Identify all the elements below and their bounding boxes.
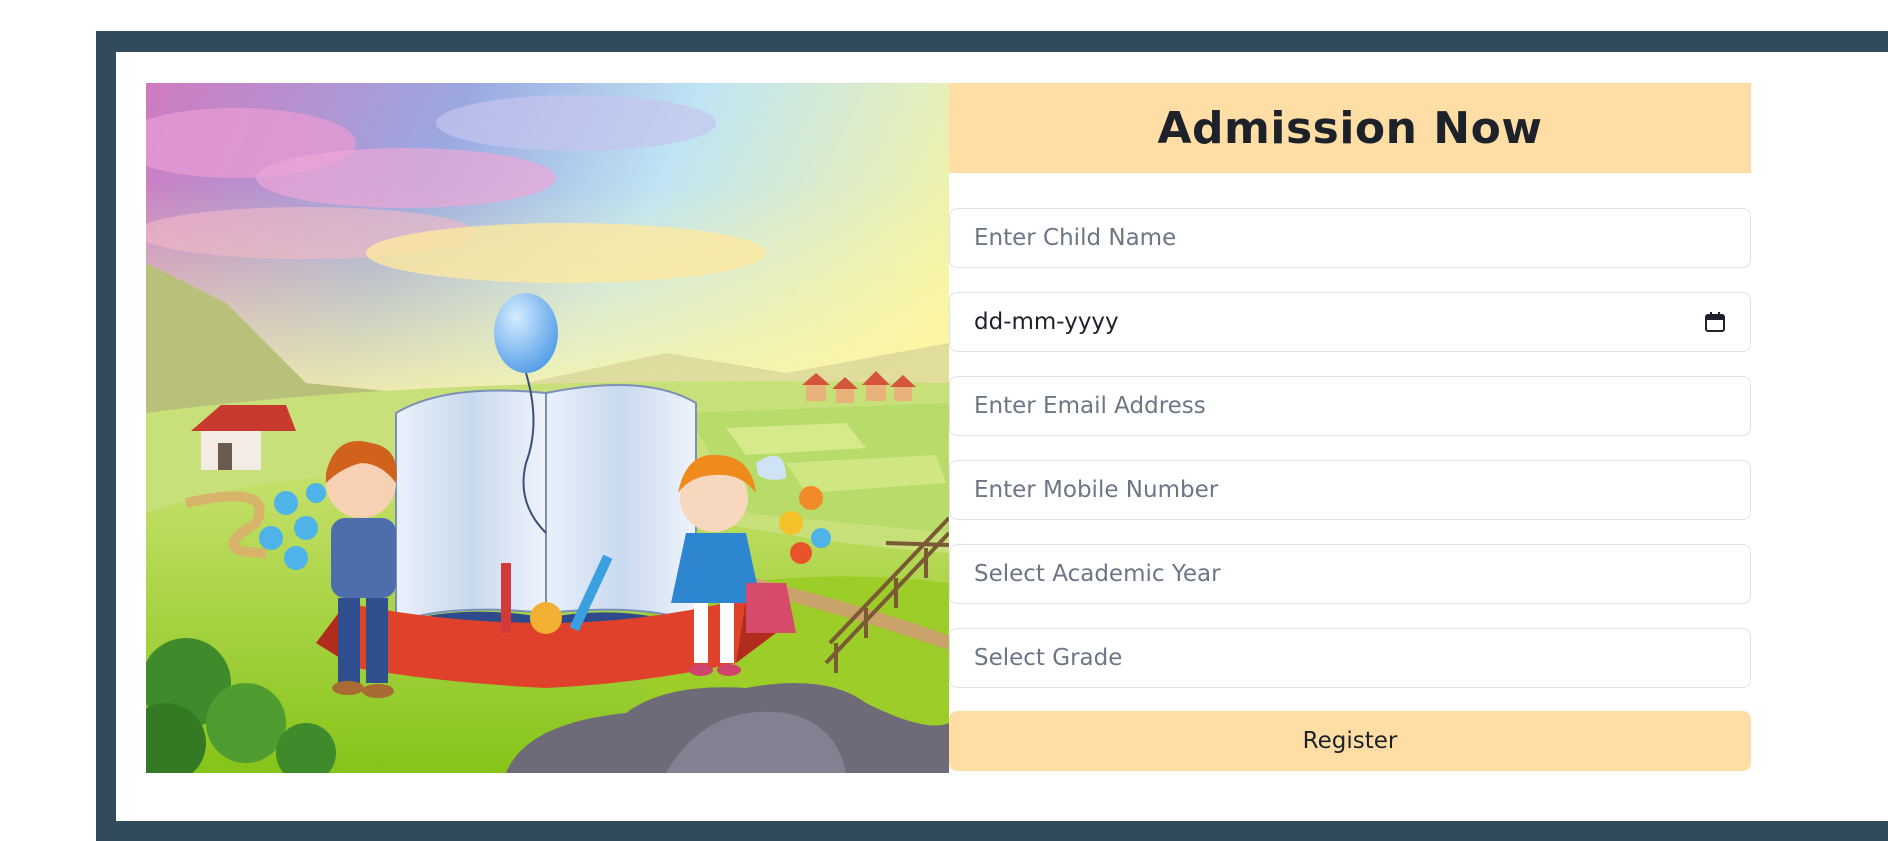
admission-form: Admission Now dd-mm-yyyy [949,83,1751,773]
academic-year-select[interactable]: Select Academic Year [949,544,1751,604]
register-button[interactable]: Register [949,711,1751,771]
child-name-input[interactable] [974,209,1726,267]
mobile-input[interactable] [974,461,1726,519]
admission-card: Admission Now dd-mm-yyyy [116,52,1888,821]
form-title: Admission Now [1157,102,1543,154]
child-name-field[interactable] [949,208,1751,268]
illustration-svg [146,83,949,773]
mobile-field[interactable] [949,460,1751,520]
school-kids-illustration [146,83,949,773]
date-placeholder: dd-mm-yyyy [974,309,1119,335]
academic-year-placeholder: Select Academic Year [974,561,1221,587]
email-field[interactable] [949,376,1751,436]
form-header: Admission Now [949,83,1751,173]
email-input[interactable] [974,377,1726,435]
grade-select[interactable]: Select Grade [949,628,1751,688]
calendar-icon[interactable] [1704,311,1726,333]
grade-placeholder: Select Grade [974,645,1123,671]
date-of-birth-field[interactable]: dd-mm-yyyy [949,292,1751,352]
outer-frame: Admission Now dd-mm-yyyy [96,31,1888,841]
